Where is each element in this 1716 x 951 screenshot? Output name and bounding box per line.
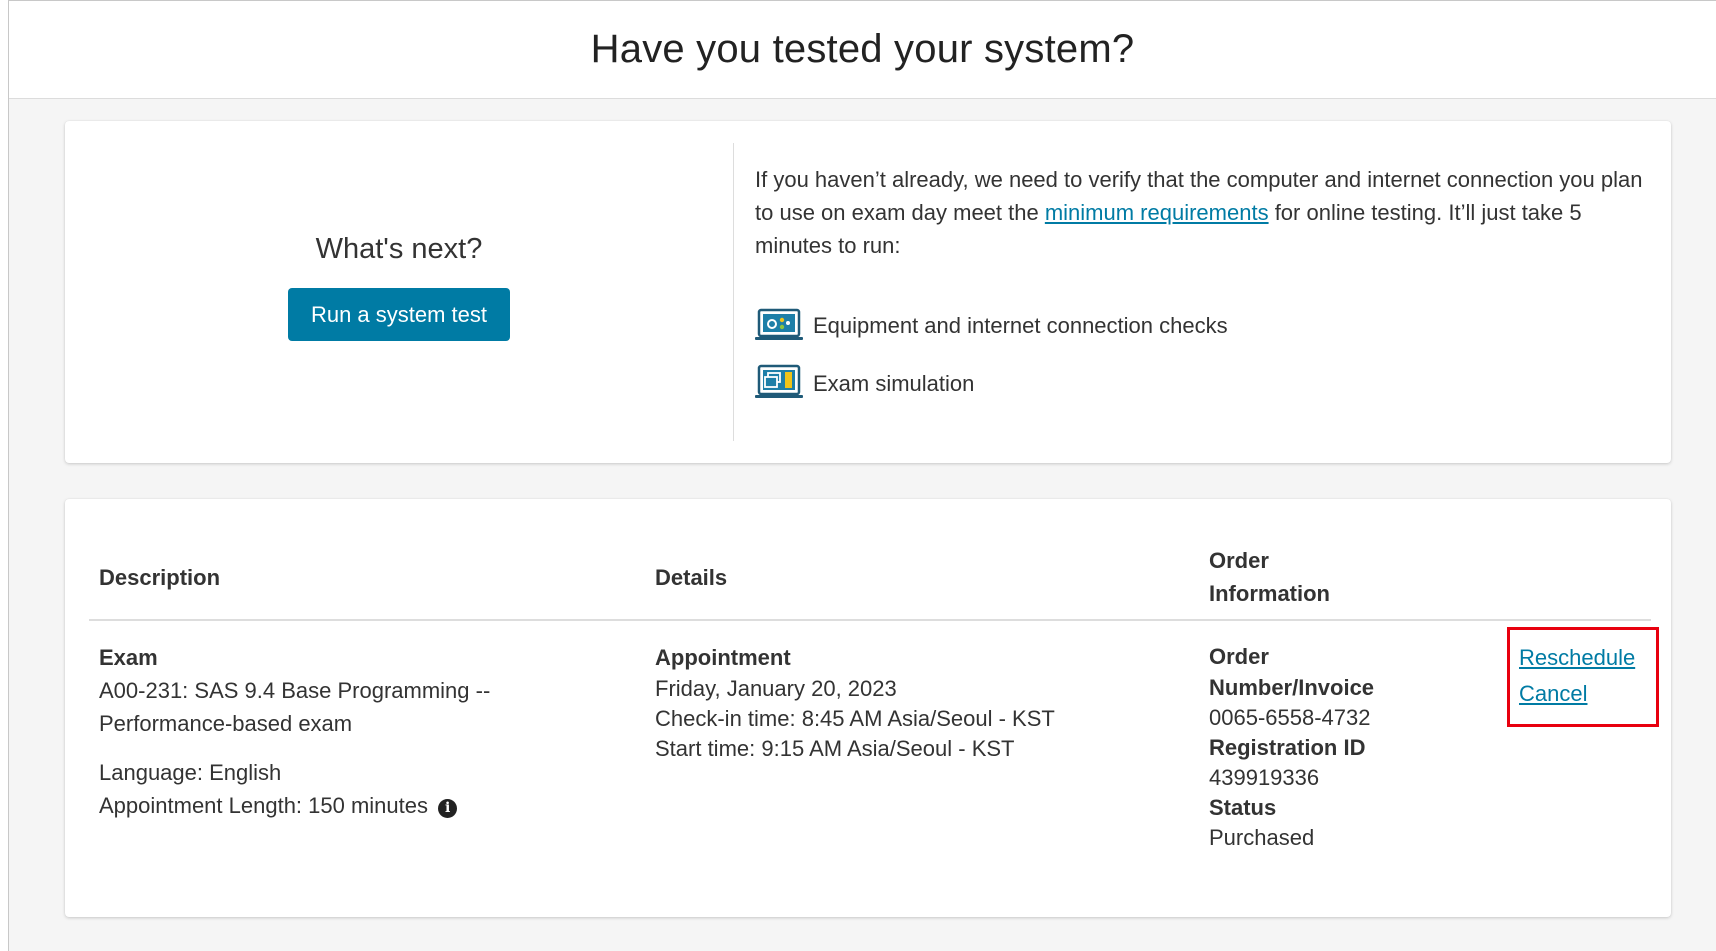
exam-name: A00-231: SAS 9.4 Base Programming -- Per… xyxy=(99,678,491,736)
page-header: Have you tested your system? xyxy=(9,1,1716,99)
order-actions-highlight: Reschedule Cancel xyxy=(1507,627,1659,727)
whats-next-heading: What's next? xyxy=(315,233,483,265)
whats-next-panel: What's next? Run a system test xyxy=(65,121,733,463)
exam-language: Language: English xyxy=(99,760,282,785)
exam-simulation-icon xyxy=(755,363,805,403)
column-header-description: Description xyxy=(89,535,645,621)
cancel-link[interactable]: Cancel xyxy=(1519,676,1656,712)
checkin-time: Check-in time: 8:45 AM Asia/Seoul - KST xyxy=(655,706,1055,731)
status-value: Purchased xyxy=(1209,825,1315,850)
description-cell: Exam A00-231: SAS 9.4 Base Programming -… xyxy=(89,620,645,881)
appointment-length: Appointment Length: 150 minutes i xyxy=(99,789,635,822)
column-header-details: Details xyxy=(645,535,1199,621)
appointment-date: Friday, January 20, 2023 xyxy=(655,676,897,701)
check-item-label: Equipment and internet connection checks xyxy=(813,312,1228,338)
reschedule-link[interactable]: Reschedule xyxy=(1519,640,1656,676)
equipment-check-icon xyxy=(755,305,805,345)
table-header-row: Description Details Order Information xyxy=(89,535,1651,621)
check-item-simulation: Exam simulation xyxy=(755,354,1655,412)
status-label: Status xyxy=(1209,795,1277,820)
order-number-label: Order Number/Invoice xyxy=(1209,644,1375,700)
column-header-order-info: Order Information xyxy=(1199,535,1651,621)
order-card: Description Details Order Information Ex… xyxy=(65,499,1671,917)
info-icon[interactable]: i xyxy=(438,799,458,818)
appointment-label: Appointment xyxy=(655,645,791,670)
order-info-header-text: Order Information xyxy=(1209,548,1330,606)
vertical-divider xyxy=(733,143,734,441)
table-row: Exam A00-231: SAS 9.4 Base Programming -… xyxy=(89,620,1651,881)
start-time: Start time: 9:15 AM Asia/Seoul - KST xyxy=(655,736,1015,761)
requirements-info: If you haven’t already, we need to verif… xyxy=(755,163,1655,412)
details-cell: Appointment Friday, January 20, 2023 Che… xyxy=(645,620,1199,881)
requirements-text: If you haven’t already, we need to verif… xyxy=(755,163,1655,262)
orders-table: Description Details Order Information Ex… xyxy=(89,535,1651,881)
check-item-equipment: Equipment and internet connection checks xyxy=(755,296,1655,354)
page-frame: Have you tested your system? What's next… xyxy=(8,0,1716,951)
appointment-length-text: Appointment Length: 150 minutes xyxy=(99,793,429,818)
minimum-requirements-link[interactable]: minimum requirements xyxy=(1045,200,1269,225)
check-list: Equipment and internet connection checks xyxy=(755,296,1655,412)
system-test-card: What's next? Run a system test If you ha… xyxy=(65,121,1671,463)
page-title: Have you tested your system? xyxy=(590,27,1135,71)
exam-label: Exam xyxy=(99,645,158,670)
registration-id: 439919336 xyxy=(1209,765,1320,790)
check-item-label: Exam simulation xyxy=(813,370,975,396)
registration-id-label: Registration ID xyxy=(1209,735,1366,760)
run-system-test-button[interactable]: Run a system test xyxy=(288,288,510,341)
